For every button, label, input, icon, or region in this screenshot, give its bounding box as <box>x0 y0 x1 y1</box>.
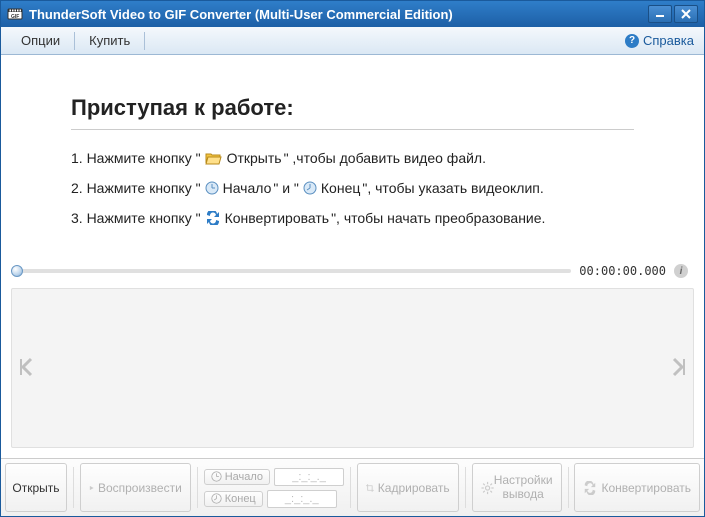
set-start-button[interactable]: Начало <box>204 469 270 485</box>
strip-next-button[interactable] <box>669 355 687 382</box>
set-end-button[interactable]: Конец <box>204 491 263 507</box>
toolbar-separator <box>197 467 198 508</box>
menubar: Опции Купить ? Справка <box>1 27 704 55</box>
window-controls <box>648 5 698 23</box>
app-icon: GIF <box>7 6 23 22</box>
guide-step-1: 1. Нажмите кнопку " Открыть " ,чтобы доб… <box>71 150 634 166</box>
minimize-button[interactable] <box>648 5 672 23</box>
toolbar-separator <box>73 467 74 508</box>
close-button[interactable] <box>674 5 698 23</box>
app-window: GIF ThunderSoft Video to GIF Converter (… <box>0 0 705 517</box>
content-area: Приступая к работе: 1. Нажмите кнопку " … <box>1 55 704 458</box>
menu-separator <box>74 32 75 50</box>
clock-start-icon <box>211 471 222 482</box>
strip-prev-button[interactable] <box>18 355 36 382</box>
clock-end-icon <box>211 493 222 504</box>
timeline-row: 00:00:00.000 i <box>11 260 694 282</box>
timeline-slider[interactable] <box>17 269 571 273</box>
output-settings-button[interactable]: Настройки вывода <box>472 463 562 512</box>
getting-started-guide: Приступая к работе: 1. Нажмите кнопку " … <box>11 65 694 260</box>
gear-icon <box>481 481 494 495</box>
guide-step-2: 2. Нажмите кнопку " Начало " и " Конец "… <box>71 180 634 196</box>
convert-icon <box>205 211 221 225</box>
crop-button[interactable]: Кадрировать <box>357 463 459 512</box>
play-button[interactable]: Воспроизвести <box>80 463 191 512</box>
convert-button[interactable]: Конвертировать <box>574 463 700 512</box>
info-icon[interactable]: i <box>674 264 688 278</box>
folder-open-icon <box>205 151 223 165</box>
thumbnail-strip <box>11 288 694 448</box>
timecode: 00:00:00.000 <box>579 264 666 278</box>
menu-separator <box>144 32 145 50</box>
guide-title: Приступая к работе: <box>71 95 634 121</box>
help-icon: ? <box>625 34 639 48</box>
clip-range-group: Начало Конец <box>204 463 344 512</box>
play-icon <box>89 482 94 494</box>
convert-icon <box>583 481 597 495</box>
svg-text:GIF: GIF <box>11 14 19 20</box>
menu-options[interactable]: Опции <box>11 29 70 52</box>
guide-step-3: 3. Нажмите кнопку " Конвертировать ", чт… <box>71 210 634 226</box>
toolbar-separator <box>350 467 351 508</box>
bottom-toolbar: Открыть Воспроизвести Начало Конец <box>1 458 704 516</box>
title-text: ThunderSoft Video to GIF Converter (Mult… <box>29 7 453 22</box>
end-time-input[interactable] <box>267 490 337 508</box>
menu-buy[interactable]: Купить <box>79 29 140 52</box>
start-time-input[interactable] <box>274 468 344 486</box>
toolbar-separator <box>568 467 569 508</box>
titlebar: GIF ThunderSoft Video to GIF Converter (… <box>1 1 704 27</box>
timeline-thumb[interactable] <box>11 265 23 277</box>
help-label: Справка <box>643 33 694 48</box>
clock-end-icon <box>303 181 317 195</box>
toolbar-separator <box>465 467 466 508</box>
crop-icon <box>366 481 374 495</box>
guide-divider <box>71 129 634 130</box>
clock-start-icon <box>205 181 219 195</box>
menu-help[interactable]: ? Справка <box>625 33 694 48</box>
open-button[interactable]: Открыть <box>5 463 67 512</box>
